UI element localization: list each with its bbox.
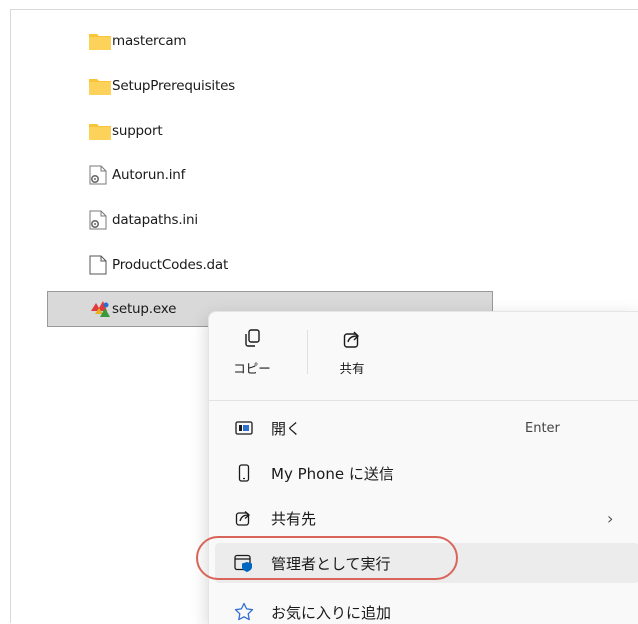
menu-item-send-to-my-phone[interactable]: My Phone に送信 xyxy=(215,453,638,493)
folder-icon xyxy=(89,76,111,96)
share-button[interactable]: 共有 xyxy=(317,322,387,384)
file-item-setupprerequisites[interactable]: SetupPrerequisites xyxy=(47,68,493,104)
file-name: SetupPrerequisites xyxy=(112,78,236,94)
menu-item-run-as-admin[interactable]: 管理者として実行 xyxy=(215,543,638,583)
copy-button[interactable]: コピー xyxy=(217,322,287,384)
folder-icon xyxy=(89,121,111,141)
menu-item-open[interactable]: 開く Enter xyxy=(215,408,638,448)
admin-shield-icon xyxy=(233,553,255,573)
settings-file-icon xyxy=(89,165,111,185)
folder-icon xyxy=(89,31,111,51)
setup-exe-icon xyxy=(89,299,111,319)
share-label: 共有 xyxy=(339,361,365,376)
menu-item-label: My Phone に送信 xyxy=(271,464,394,483)
file-name: Autorun.inf xyxy=(112,167,186,183)
context-menu: コピー 共有 開く Enter My Phone に送信 共有先 › 管理者とし… xyxy=(208,311,638,624)
chevron-right-icon: › xyxy=(607,508,614,528)
menu-item-label: 開く xyxy=(271,419,302,438)
copy-icon xyxy=(243,326,261,352)
file-item-productcodes-dat[interactable]: ProductCodes.dat xyxy=(47,247,493,283)
file-name: ProductCodes.dat xyxy=(112,257,229,273)
file-item-mastercam[interactable]: mastercam xyxy=(47,23,493,59)
file-item-datapaths-ini[interactable]: datapaths.ini xyxy=(47,202,493,238)
open-icon xyxy=(233,418,255,438)
file-name: mastercam xyxy=(112,33,187,49)
quick-actions-divider xyxy=(307,330,308,374)
menu-item-label: 共有先 xyxy=(271,509,317,528)
file-name: support xyxy=(112,123,163,139)
file-name: datapaths.ini xyxy=(112,212,198,228)
menu-item-share-to[interactable]: 共有先 › xyxy=(215,498,638,538)
menu-divider xyxy=(209,400,638,401)
menu-item-add-to-favorites[interactable]: お気に入りに追加 xyxy=(215,592,638,624)
settings-file-icon xyxy=(89,210,111,230)
share-icon xyxy=(233,508,255,528)
menu-item-label: 管理者として実行 xyxy=(271,554,391,573)
shortcut-label: Enter xyxy=(525,420,560,436)
copy-label: コピー xyxy=(233,361,271,376)
quick-actions-bar: コピー 共有 xyxy=(209,312,638,394)
file-item-support[interactable]: support xyxy=(47,113,493,149)
file-item-autorun-inf[interactable]: Autorun.inf xyxy=(47,157,493,193)
phone-icon xyxy=(233,463,255,483)
menu-item-label: お気に入りに追加 xyxy=(271,603,392,622)
file-icon xyxy=(89,255,111,275)
share-icon xyxy=(343,326,361,352)
file-name: setup.exe xyxy=(112,301,177,317)
star-icon xyxy=(233,602,255,622)
